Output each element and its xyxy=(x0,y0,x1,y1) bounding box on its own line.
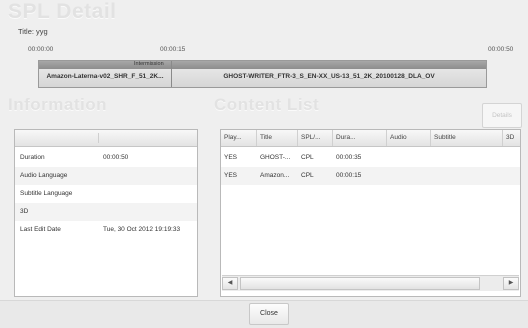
content-list-panel: Play... Title SPL/... Dura... Audio Subt… xyxy=(220,129,521,297)
spl-title-text: Title: yyg xyxy=(18,27,48,36)
timeline-start-time: 00:00:00 xyxy=(28,46,54,53)
table-row[interactable]: YES GHOST-... CPL 00:00:35 xyxy=(221,149,520,167)
column-header-play[interactable]: Play... xyxy=(221,130,257,146)
info-row-subtitle-language: Subtitle Language xyxy=(15,185,197,203)
cell-play: YES xyxy=(224,172,238,179)
content-list-header: Play... Title SPL/... Dura... Audio Subt… xyxy=(221,130,520,147)
column-header-duration[interactable]: Dura... xyxy=(333,130,387,146)
timeline-end-time: 00:00:50 xyxy=(488,46,514,53)
info-value: 00:00:50 xyxy=(103,154,129,161)
timeline-segment-label: GHOST-WRITER_FTR-3_S_EN-XX_US-13_51_2K_2… xyxy=(223,73,435,80)
info-key: 3D xyxy=(20,208,29,215)
information-section-title: Information xyxy=(8,95,107,114)
info-row-3d: 3D xyxy=(15,203,197,221)
information-header xyxy=(15,130,197,147)
info-key: Duration xyxy=(20,154,45,161)
info-row-last-edit-date: Last Edit Date Tue, 30 Oct 2012 19:19:33 xyxy=(15,221,197,239)
table-row[interactable]: YES Amazon... CPL 00:00:15 xyxy=(221,167,520,185)
cell-title: GHOST-... xyxy=(260,154,291,161)
column-header-audio[interactable]: Audio xyxy=(387,130,431,146)
page-title: SPL Detail xyxy=(8,0,117,23)
column-header-title[interactable]: Title xyxy=(257,130,298,146)
scroll-right-icon[interactable]: ▶ xyxy=(503,277,519,290)
info-key: Subtitle Language xyxy=(20,190,73,197)
info-key: Last Edit Date xyxy=(20,226,61,233)
column-header-subtitle[interactable]: Subtitle xyxy=(431,130,503,146)
column-header-spl[interactable]: SPL/... xyxy=(298,130,333,146)
horizontal-scrollbar[interactable]: ◀ ▶ xyxy=(222,275,519,291)
cell-duration: 00:00:35 xyxy=(336,154,362,161)
info-key: Audio Language xyxy=(20,172,68,179)
cell-duration: 00:00:15 xyxy=(336,172,362,179)
cell-spl: CPL xyxy=(301,172,314,179)
cell-play: YES xyxy=(224,154,238,161)
info-value: Tue, 30 Oct 2012 19:19:33 xyxy=(103,226,181,233)
cell-title: Amazon... xyxy=(260,172,290,179)
details-button[interactable]: Details xyxy=(482,103,522,128)
cell-spl: CPL xyxy=(301,154,314,161)
intermission-label: Intermission xyxy=(134,61,164,67)
info-row-duration: Duration 00:00:50 xyxy=(15,149,197,167)
column-header-3d[interactable]: 3D xyxy=(503,130,520,146)
scrollbar-thumb[interactable] xyxy=(240,277,480,290)
timeline-bar: Amazon-Laterna-v02_SHR_F_51_2K... GHOST-… xyxy=(38,60,487,88)
close-button[interactable]: Close xyxy=(249,303,289,325)
info-row-audio-language: Audio Language xyxy=(15,167,197,185)
timeline-segment-label: Amazon-Laterna-v02_SHR_F_51_2K... xyxy=(46,73,164,80)
information-panel: Duration 00:00:50 Audio Language Subtitl… xyxy=(14,129,198,297)
content-list-section-title: Content List xyxy=(214,95,320,114)
timeline-mid-time: 00:00:15 xyxy=(160,46,186,53)
scroll-left-icon[interactable]: ◀ xyxy=(222,277,238,290)
timeline-segment-ghost-writer[interactable]: GHOST-WRITER_FTR-3_S_EN-XX_US-13_51_2K_2… xyxy=(172,61,486,87)
